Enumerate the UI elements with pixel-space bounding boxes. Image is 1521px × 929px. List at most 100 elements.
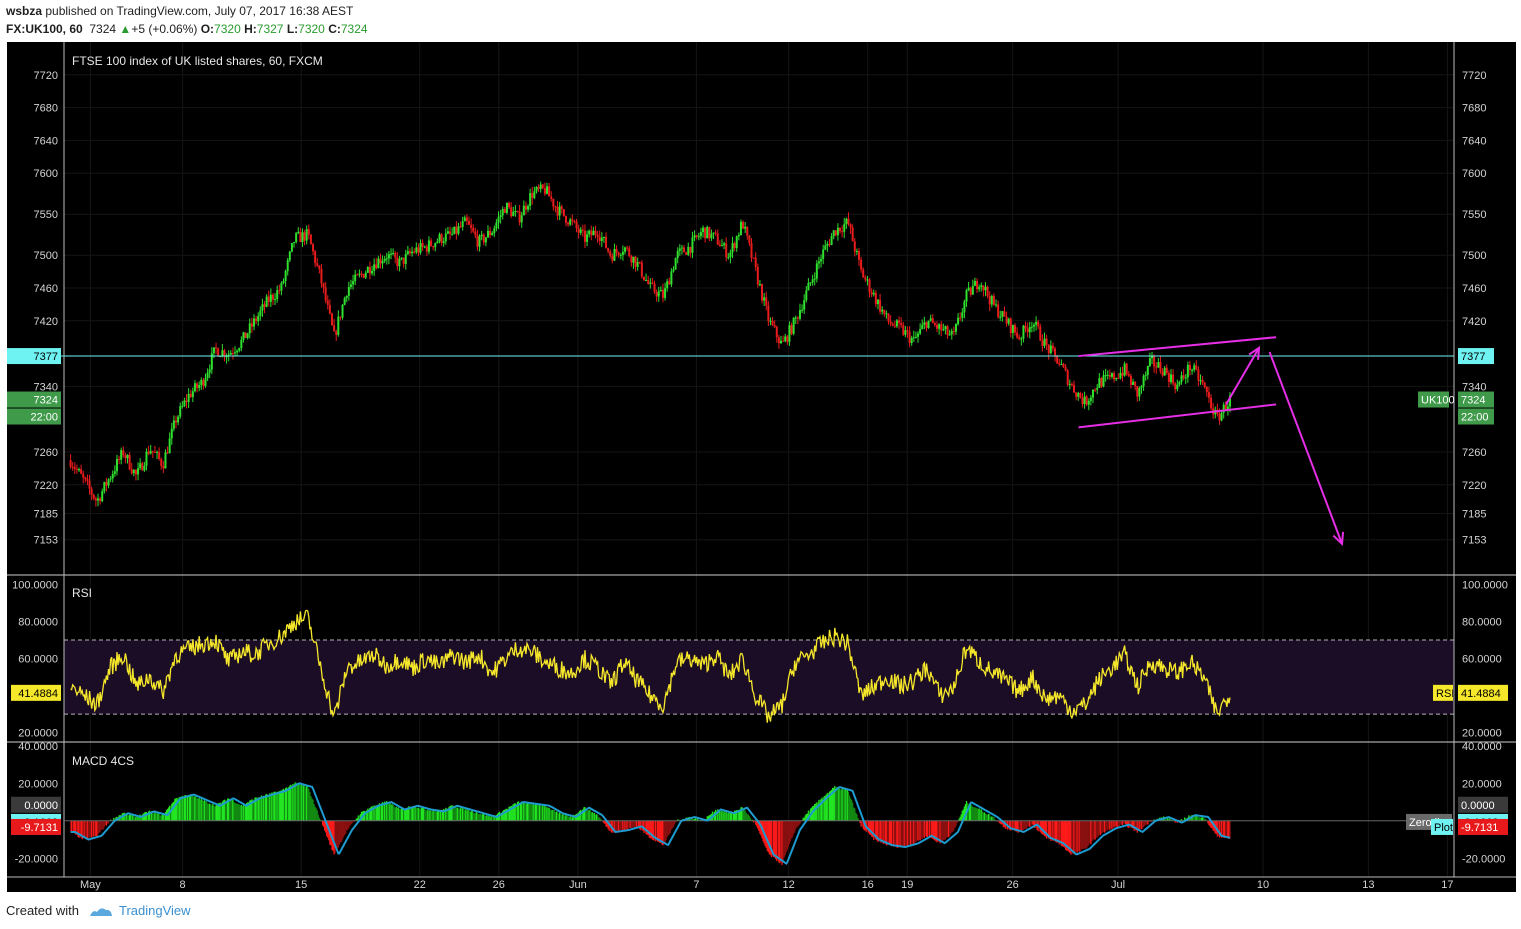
candle-body (1195, 365, 1198, 370)
price-tick-left: 7420 (34, 316, 58, 328)
candle-body (1054, 348, 1057, 356)
candle-body (234, 352, 237, 354)
candle-body (1191, 369, 1194, 371)
price-tick-left: 7680 (34, 103, 58, 115)
candle-body (497, 217, 500, 223)
candle-body (271, 294, 274, 300)
candle-body (299, 231, 302, 243)
candle-body (973, 280, 976, 286)
candle-body (729, 252, 732, 258)
candle-body (94, 498, 97, 501)
chart-area[interactable]: 7720 7720 7680 7680 7640 7640 7600 7600 7550 7550… (7, 42, 1516, 892)
candle-body (495, 222, 498, 229)
candle-body (923, 322, 926, 325)
candle-body (1062, 364, 1065, 367)
candle-body (687, 246, 690, 255)
candle-body (392, 252, 395, 254)
ohlc-legend: FX:UK100, 60 7324 ▲+5 (+0.06%) O:7320 H:… (6, 22, 368, 36)
zero-value-left: 0.0000 (24, 800, 58, 812)
candle-body (1091, 389, 1094, 398)
candle-body (626, 247, 629, 249)
candle-body (642, 276, 645, 281)
candle-body (130, 469, 133, 474)
candle-body (630, 256, 633, 263)
time-tick-17: 17 (1441, 879, 1453, 891)
candle-body (950, 331, 953, 335)
rsi-tick-right: 80.0000 (1462, 616, 1502, 628)
candle-body (562, 209, 565, 216)
candle-body (594, 230, 597, 235)
candle-body (143, 465, 146, 471)
candle-body (1064, 366, 1067, 371)
candle-body (345, 295, 348, 299)
candle-body (588, 230, 591, 235)
time-tick-May: May (80, 879, 101, 891)
candle-body (1028, 327, 1031, 333)
candle-body (689, 246, 692, 253)
candle-body (242, 332, 245, 340)
author-name[interactable]: wsbza (6, 4, 42, 18)
candle-body (978, 286, 981, 290)
candle-body (293, 242, 296, 244)
candle-body (326, 300, 329, 305)
candle-body (605, 236, 608, 249)
candle-body (898, 320, 901, 324)
time-tick-7: 7 (693, 879, 699, 891)
candle-body (773, 325, 776, 327)
candle-body (360, 273, 363, 275)
candle-body (162, 465, 165, 469)
rsi-value-right: 41.4884 (1461, 688, 1501, 700)
candle-body (615, 248, 618, 253)
candle-body (552, 198, 555, 207)
candle-body (208, 369, 211, 373)
candle-body (430, 240, 433, 247)
candle-body (748, 235, 751, 244)
candle-body (657, 291, 660, 297)
candle-body (107, 479, 110, 486)
drawings[interactable] (7, 336, 1454, 546)
chart-svg[interactable]: 7720 7720 7680 7680 7640 7640 7600 7600 7550 7550… (7, 42, 1516, 892)
tradingview-logo-icon[interactable] (89, 906, 113, 918)
candle-body (288, 251, 291, 261)
rsi-pane-title: RSI (72, 586, 92, 600)
candle-body (90, 488, 93, 495)
candle-body (82, 473, 85, 478)
open-label: O: (200, 22, 215, 36)
candle-body (99, 498, 102, 502)
candle-body (752, 257, 755, 259)
candle-body (248, 323, 251, 334)
tradingview-link[interactable]: TradingView (119, 903, 191, 918)
candle-body (661, 289, 664, 298)
grid (64, 42, 1454, 877)
candle-body (767, 305, 770, 322)
candle-body (543, 188, 546, 194)
candle-body (1201, 380, 1204, 383)
candle-body (704, 227, 707, 239)
candle-body (215, 347, 218, 349)
candle-body (316, 263, 319, 266)
candle-body (887, 313, 890, 322)
candle-body (1119, 372, 1122, 379)
candle-body (337, 316, 340, 335)
rsi-tick-left: 80.0000 (18, 616, 58, 628)
candle-body (1094, 389, 1097, 391)
candle-body (609, 251, 612, 256)
candle-body (1079, 393, 1082, 398)
macd-tick-right: 40.0000 (1462, 741, 1502, 753)
candle-body (387, 254, 390, 259)
candle-body (963, 301, 966, 313)
candle-body (826, 243, 829, 246)
zero-value-right: 0.0000 (1461, 800, 1495, 812)
candle-body (1165, 367, 1168, 373)
candle-body (1060, 364, 1063, 366)
candle-body (261, 304, 264, 311)
candle-body (1186, 364, 1189, 378)
candle-body (1127, 374, 1130, 376)
candle-body (714, 232, 717, 234)
level-label-right: 7377 (1461, 351, 1485, 363)
level-label-left: 7377 (34, 351, 58, 363)
candle-body (1018, 337, 1021, 340)
candle-body (706, 226, 709, 239)
last-price-right: 7324 (1461, 395, 1485, 407)
candle-body (1011, 325, 1014, 334)
